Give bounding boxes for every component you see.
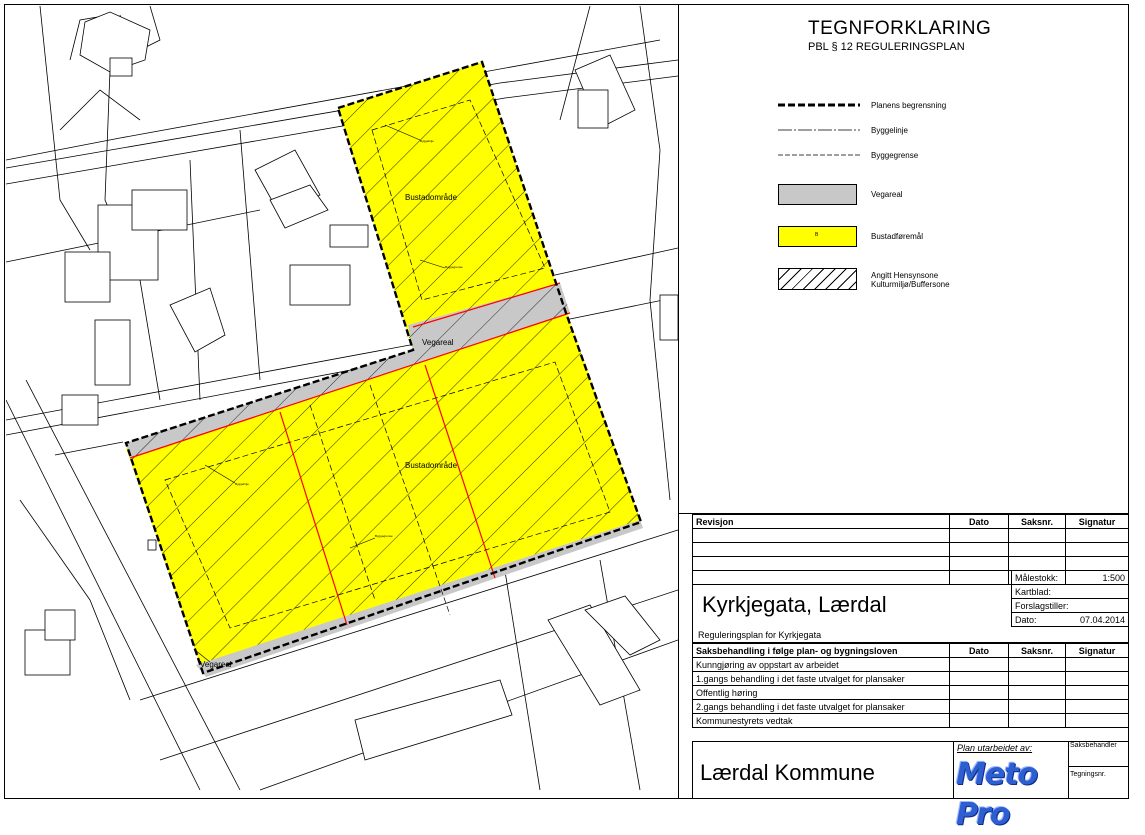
legend-swatch-vegareal: [778, 184, 857, 205]
svg-text:Byggelinje: Byggelinje: [420, 139, 434, 143]
svg-text:Byggegrense: Byggegrense: [375, 534, 393, 538]
legend-label-vegareal: Vegareal: [871, 190, 903, 199]
footer-divider: [692, 741, 1129, 742]
footer-left-border: [692, 741, 693, 799]
revision-saksnr-header: Saksnr.: [1008, 514, 1066, 529]
table-row: 2.gangs behandling i det faste utvalget …: [692, 699, 1129, 714]
table-row: [692, 556, 1129, 571]
saks-row-label: Offentlig høring: [692, 685, 950, 700]
saksbehandler-label: Saksbehandler: [1070, 742, 1117, 749]
revision-header: Revisjon: [692, 514, 950, 529]
legend-swatch-bustad-text: B: [815, 232, 819, 238]
plan-info-table: Målestokk: 1:500 Kartblad: Forslagstiller…: [1011, 570, 1129, 627]
label-bustad-south: Bustadområde: [405, 461, 458, 470]
malestokk-label: Målestokk:: [1015, 572, 1059, 583]
plan-map: Byggelinje Byggegrense Byggelinje Byggeg…: [6, 6, 678, 797]
legend-subtitle: PBL § 12 REGULERINGSPLAN: [808, 41, 965, 53]
dato-label: Dato:: [1015, 614, 1037, 625]
kommune-name: Lærdal Kommune: [700, 760, 875, 785]
plan-name: Kyrkjegata, Lærdal: [702, 592, 887, 617]
tegningsnr-label: Tegningsnr.: [1070, 771, 1106, 778]
legend-swatch-bustad: B: [778, 226, 857, 247]
saks-saksnr-header: Saksnr.: [1008, 643, 1066, 658]
legend-title: TEGNFORKLARING: [808, 18, 992, 39]
table-row: Kunngjøring av oppstart av arbeidet: [692, 657, 1129, 672]
revision-signatur-header: Signatur: [1065, 514, 1129, 529]
saks-date-header: Dato: [949, 643, 1009, 658]
kartblad-label: Kartblad:: [1011, 584, 1129, 599]
table-row: [692, 528, 1129, 543]
legend-label-hensynsone-2: Kulturmiljø/Buffersone: [871, 280, 950, 289]
legend-label-hensynsone: Angitt Hensynsone: [871, 271, 939, 280]
footer-separator-2: [1068, 741, 1069, 799]
table-row: 1.gangs behandling i det faste utvalget …: [692, 671, 1129, 686]
malestokk-value: 1:500: [1102, 572, 1125, 583]
saks-row-label: 2.gangs behandling i det faste utvalget …: [692, 699, 950, 714]
footer-separator: [953, 741, 954, 799]
label-bustad-north: Bustadområde: [405, 193, 458, 202]
saks-header: Saksbehandling i følge plan- og bygnings…: [692, 643, 950, 658]
legend-label-planens-begrensning: Planens begrensning: [871, 101, 947, 110]
legend-label-byggegrense: Byggegrense: [871, 151, 919, 160]
legend-label-bustad: Bustadføremål: [871, 232, 924, 241]
legend-label-byggelinje: Byggelinje: [871, 126, 908, 135]
svg-text:Byggelinje: Byggelinje: [235, 482, 249, 486]
forslagstiller-label: Forslagstiller:: [1011, 598, 1129, 613]
revision-date-header: Dato: [949, 514, 1009, 529]
table-row: Offentlig høring: [692, 685, 1129, 700]
plan-utarbeidet-label: Plan utarbeidet av:: [957, 743, 1033, 753]
saks-row-label: 1.gangs behandling i det faste utvalget …: [692, 671, 950, 686]
label-vegareal-south: Vegareal: [200, 660, 232, 669]
table-row: [692, 542, 1129, 557]
legend-swatch-hensynsone: [778, 268, 857, 290]
saks-row-label: Kommunestyrets vedtak: [692, 713, 950, 728]
saks-signatur-header: Signatur: [1065, 643, 1129, 658]
footer-separator-3: [1068, 766, 1129, 767]
plan-description: Reguleringsplan for Kyrkjegata: [698, 630, 822, 640]
meto-pro-logo: Meto Pro: [956, 757, 1038, 832]
svg-text:Byggegrense: Byggegrense: [445, 265, 463, 269]
table-row: Kommunestyrets vedtak: [692, 713, 1129, 728]
dato-value: 07.04.2014: [1079, 614, 1125, 625]
label-vegareal-mid: Vegareal: [422, 338, 454, 347]
saks-row-label: Kunngjøring av oppstart av arbeidet: [692, 657, 950, 672]
map-divider: [678, 4, 679, 799]
saksbehandling-table: Saksbehandling i følge plan- og bygnings…: [692, 643, 1129, 728]
legend-line-symbols: [778, 103, 860, 156]
